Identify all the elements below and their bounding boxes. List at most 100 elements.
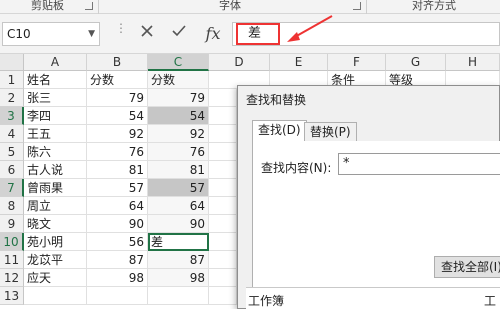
cell-c8[interactable]: 64 [148,197,209,215]
cell-d8[interactable] [209,197,237,215]
clipboard-dialog-launcher-icon[interactable] [85,2,93,10]
cell-a1[interactable]: 姓名 [24,71,87,89]
cell-c12[interactable]: 98 [148,269,209,287]
row-header[interactable]: 9 [0,215,24,233]
row-header[interactable]: 6 [0,161,24,179]
column-header-e[interactable]: E [270,54,328,71]
formula-bar-resize-handle[interactable]: ⋮ [115,22,127,34]
cell-a7[interactable]: 曾雨果 [24,179,87,197]
cell-a8[interactable]: 周立 [24,197,87,215]
cell-d7[interactable] [209,179,237,197]
column-header-b[interactable]: B [87,54,148,71]
cell-a9[interactable]: 晓文 [24,215,87,233]
cell-d13[interactable] [209,287,237,305]
font-dialog-launcher-icon[interactable] [353,2,361,10]
find-all-button[interactable]: 查找全部(I) [434,256,500,278]
cell-b10[interactable]: 56 [87,233,148,251]
cell-b4[interactable]: 92 [87,125,148,143]
ribbon-separator [98,0,99,14]
cell-c11[interactable]: 87 [148,251,209,269]
ribbon-group-labels: 剪贴板 字体 对齐方式 [0,0,500,14]
active-cell-cursor [148,233,209,251]
cell-d6[interactable] [209,161,237,179]
cell-b9[interactable]: 90 [87,215,148,233]
column-header-f[interactable]: F [328,54,386,71]
cell-c9[interactable]: 90 [148,215,209,233]
cell-b11[interactable]: 87 [87,251,148,269]
row-header[interactable]: 4 [0,125,24,143]
find-what-label: 查找内容(N): [261,161,332,175]
chevron-down-icon[interactable]: ▼ [88,23,95,45]
row-header[interactable]: 3 [0,107,24,125]
cell-d10[interactable] [209,233,237,251]
cell-a12[interactable]: 应天 [24,269,87,287]
results-header: 工作簿 工 [246,287,500,309]
results-column-workbook[interactable]: 工作簿 [248,292,284,309]
tab-find[interactable]: 查找(D) [252,120,307,143]
check-icon[interactable] [166,22,192,46]
cell-b8[interactable]: 64 [87,197,148,215]
cell-d3[interactable] [209,107,237,125]
cell-b6[interactable]: 81 [87,161,148,179]
row-header[interactable]: 13 [0,287,24,305]
cell-c4[interactable]: 92 [148,125,209,143]
cell-d11[interactable] [209,251,237,269]
row-header[interactable]: 11 [0,251,24,269]
formula-input[interactable]: 差 [232,22,500,46]
x-icon[interactable] [134,22,160,46]
cell-b3[interactable]: 54 [87,107,148,125]
cell-b13[interactable] [87,287,148,305]
row-header[interactable]: 10 [0,233,24,251]
cell-c5[interactable]: 76 [148,143,209,161]
cell-a6[interactable]: 古人说 [24,161,87,179]
ribbon-separator [366,0,367,14]
find-replace-dialog: 查找和替换 查找(D) 替换(P) 查找内容(N): * 查找全部(I) 工作簿… [237,85,500,309]
cell-a4[interactable]: 王五 [24,125,87,143]
ribbon-group-clipboard: 剪贴板 [0,0,95,14]
cell-a5[interactable]: 陈六 [24,143,87,161]
row-header[interactable]: 5 [0,143,24,161]
cell-c3-found[interactable]: 54 [148,107,209,125]
cell-c7-found[interactable]: 57 [148,179,209,197]
cell-a3[interactable]: 李四 [24,107,87,125]
cell-b2[interactable]: 79 [87,89,148,107]
cell-c2[interactable]: 79 [148,89,209,107]
row-header[interactable]: 12 [0,269,24,287]
find-what-input[interactable]: * [338,153,500,175]
annotation-arrow-icon [287,15,333,42]
row-header[interactable]: 1 [0,71,24,89]
find-tab-panel: 查找内容(N): * [252,141,500,309]
cell-d2[interactable] [209,89,237,107]
cell-d4[interactable] [209,125,237,143]
cell-a2[interactable]: 张三 [24,89,87,107]
tab-replace[interactable]: 替换(P) [304,122,357,142]
column-header-a[interactable]: A [24,54,87,71]
column-header-d[interactable]: D [209,54,270,71]
insert-function-icon[interactable]: fx [200,22,226,46]
cell-a11[interactable]: 龙苡平 [24,251,87,269]
row-header[interactable]: 2 [0,89,24,107]
row-header[interactable]: 8 [0,197,24,215]
column-header-g[interactable]: G [386,54,446,71]
name-box[interactable]: C10 ▼ [2,22,100,46]
clipboard-group-label: 剪贴板 [31,0,64,12]
cell-b5[interactable]: 76 [87,143,148,161]
formula-value-highlight: 差 [236,23,280,45]
cell-b12[interactable]: 98 [87,269,148,287]
row-header[interactable]: 7 [0,179,24,197]
cell-c13[interactable] [148,287,209,305]
column-header-c[interactable]: C [148,54,209,71]
cell-b7[interactable]: 57 [87,179,148,197]
cell-d9[interactable] [209,215,237,233]
cell-a13[interactable] [24,287,87,305]
results-column-worksheet[interactable]: 工 [484,292,496,309]
cell-b1[interactable]: 分数 [87,71,148,89]
column-header-h[interactable]: H [446,54,500,71]
cell-d12[interactable] [209,269,237,287]
cell-d5[interactable] [209,143,237,161]
cell-c1[interactable]: 分数 [148,71,209,89]
select-all-corner[interactable] [0,54,24,71]
ribbon-group-alignment: 对齐方式 [368,0,500,14]
cell-c6[interactable]: 81 [148,161,209,179]
cell-a10[interactable]: 苑小明 [24,233,87,251]
